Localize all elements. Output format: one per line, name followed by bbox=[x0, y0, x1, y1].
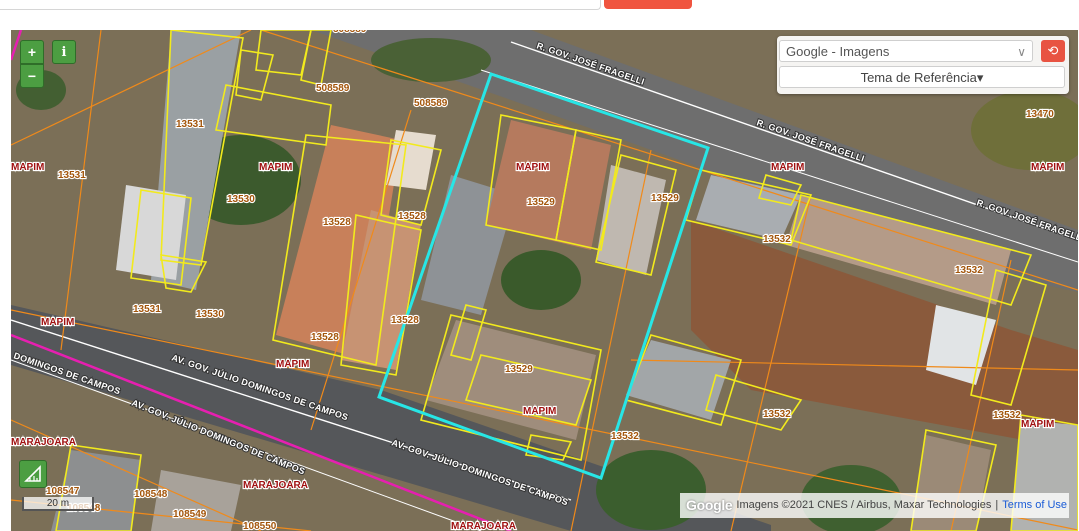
map-attribution: Google Imagens ©2021 CNES / Airbus, Maxa… bbox=[680, 493, 1069, 518]
lot-label: 508589 bbox=[333, 30, 367, 35]
lot-label: 13528 bbox=[391, 315, 419, 326]
reference-theme-label: Tema de Referência bbox=[860, 70, 977, 85]
lot-label: 13528 bbox=[311, 332, 339, 343]
lot-label: 13532 bbox=[763, 234, 791, 245]
top-search-button[interactable] bbox=[604, 0, 692, 9]
lot-label: 13531 bbox=[176, 119, 204, 130]
layer-panel: Google - Imagens ∨ ⟲ Tema de Referência▾ bbox=[777, 36, 1069, 94]
lot-label: 13531 bbox=[133, 304, 161, 315]
reset-layer-button[interactable]: ⟲ bbox=[1041, 40, 1065, 62]
google-logo: Google bbox=[686, 497, 733, 513]
lot-label: 108550 bbox=[243, 521, 277, 531]
zone-label: MAPIM bbox=[516, 162, 549, 173]
lot-label: 13532 bbox=[955, 265, 983, 276]
tree-patch bbox=[596, 450, 706, 530]
tree-patch bbox=[501, 250, 581, 310]
zone-label: MAPIM bbox=[276, 359, 309, 370]
basemap-select[interactable]: Google - Imagens ∨ bbox=[779, 40, 1033, 62]
reference-theme-button[interactable]: Tema de Referência▾ bbox=[779, 66, 1065, 88]
info-icon: i bbox=[61, 44, 67, 60]
zone-label: MARAJOARA bbox=[11, 437, 76, 448]
lot-label: 508589 bbox=[316, 83, 350, 94]
lot-label: 13529 bbox=[527, 197, 555, 208]
zoom-out-button[interactable]: − bbox=[20, 64, 44, 88]
reset-icon: ⟲ bbox=[1047, 43, 1059, 58]
zone-label: MARAJOARA bbox=[243, 480, 308, 491]
info-button[interactable]: i bbox=[52, 40, 76, 64]
lot-label: 13470 bbox=[1026, 109, 1054, 120]
lot-label: 13532 bbox=[763, 409, 791, 420]
attribution-text: Imagens ©2021 CNES / Airbus, Maxar Techn… bbox=[736, 499, 992, 511]
lot-label: 13530 bbox=[227, 194, 255, 205]
lot-label: 508589 bbox=[414, 98, 448, 109]
lot-label: 13529 bbox=[651, 193, 679, 204]
map-canvas: R. GOV. JOSÉ FRAGELLI R. GOV. JOSÉ FRAGE… bbox=[11, 30, 1078, 531]
zone-label: MAPIM bbox=[11, 162, 44, 173]
caret-down-icon: ▾ bbox=[976, 70, 984, 85]
terms-link[interactable]: Terms of Use bbox=[1002, 493, 1067, 518]
zone-label: MARAJOARA bbox=[451, 521, 516, 531]
lot-label: 13532 bbox=[993, 410, 1021, 421]
attribution-separator: | bbox=[995, 499, 999, 511]
lot-label: 13528 bbox=[323, 217, 351, 228]
zone-label: MAPIM bbox=[1031, 162, 1064, 173]
lot-label: 108548 bbox=[134, 489, 168, 500]
basemap-select-value: Google - Imagens bbox=[786, 44, 890, 59]
tree-patch bbox=[371, 38, 491, 82]
lot-label: 13532 bbox=[611, 431, 639, 442]
lot-label: 13531 bbox=[58, 170, 86, 181]
zoom-in-button[interactable]: + bbox=[20, 40, 44, 64]
zone-label: MAPIM bbox=[41, 317, 74, 328]
lot-label: 108547 bbox=[46, 486, 80, 497]
measure-button[interactable] bbox=[19, 460, 47, 488]
building-roof bbox=[116, 185, 186, 280]
zoom-control: + − bbox=[20, 40, 44, 88]
chevron-down-icon: ∨ bbox=[1017, 45, 1026, 59]
top-search-input[interactable] bbox=[0, 0, 601, 10]
map-view[interactable]: R. GOV. JOSÉ FRAGELLI R. GOV. JOSÉ FRAGE… bbox=[11, 30, 1078, 531]
lot-label: 108549 bbox=[173, 509, 207, 520]
lot-label: 13528 bbox=[398, 211, 426, 222]
scale-bar: 20 m bbox=[22, 497, 94, 511]
top-bar bbox=[0, 0, 1079, 24]
measure-icon bbox=[24, 465, 41, 482]
zone-label: MAPIM bbox=[771, 162, 804, 173]
zone-label: MAPIM bbox=[523, 406, 556, 417]
lot-label: 13529 bbox=[505, 364, 533, 375]
zone-label: MAPIM bbox=[1021, 419, 1054, 430]
zone-label: MAPIM bbox=[259, 162, 292, 173]
lot-label: 13530 bbox=[196, 309, 224, 320]
